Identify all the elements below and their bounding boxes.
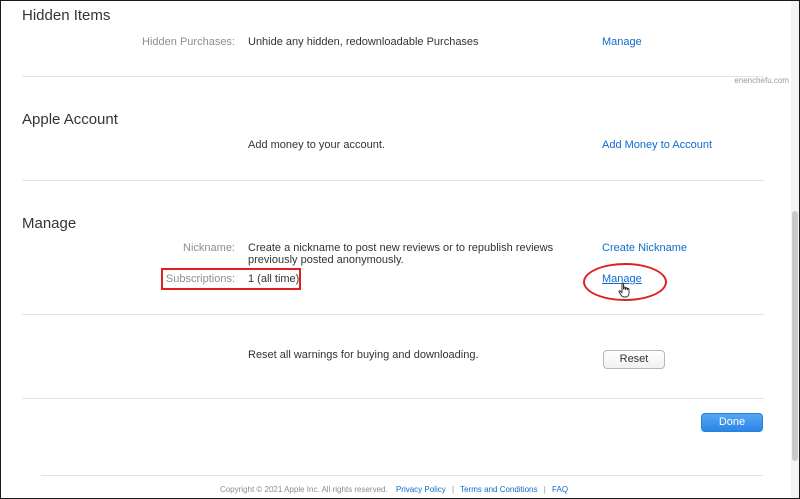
footer-copyright: Copyright © 2021 Apple Inc. All rights r… — [219, 485, 388, 494]
divider — [22, 180, 764, 181]
footer-privacy-link[interactable]: Privacy Policy — [396, 485, 446, 494]
subscriptions-highlight-box — [161, 268, 301, 290]
section-title-manage: Manage — [22, 215, 77, 232]
nickname-label: Nickname: — [183, 242, 235, 254]
reset-warnings-description: Reset all warnings for buying and downlo… — [248, 349, 479, 361]
section-title-hidden-items: Hidden Items — [22, 7, 111, 24]
nickname-description-line2: previously posted anonymously. — [248, 254, 404, 266]
reset-button[interactable]: Reset — [603, 350, 665, 369]
scrollbar-track[interactable] — [791, 1, 799, 498]
add-money-link[interactable]: Add Money to Account — [602, 139, 712, 151]
section-title-apple-account: Apple Account — [22, 111, 118, 128]
footer-terms-link[interactable]: Terms and Conditions — [460, 485, 537, 494]
footer-separator: | — [451, 485, 455, 494]
account-settings-window: Hidden Items Hidden Purchases: Unhide an… — [0, 0, 800, 499]
hidden-purchases-description: Unhide any hidden, redownloadable Purcha… — [248, 36, 479, 48]
divider — [22, 76, 764, 77]
watermark: enenchefu.com — [734, 76, 789, 85]
nickname-description-line1: Create a nickname to post new reviews or… — [248, 242, 554, 254]
footer-separator: | — [543, 485, 546, 494]
divider — [22, 314, 764, 315]
hidden-purchases-label: Hidden Purchases: — [142, 36, 235, 48]
hand-pointer-icon — [618, 282, 630, 298]
create-nickname-link[interactable]: Create Nickname — [602, 242, 687, 254]
footer-faq-link[interactable]: FAQ — [552, 485, 568, 494]
hidden-purchases-manage-link[interactable]: Manage — [602, 36, 642, 48]
add-money-description: Add money to your account. — [248, 139, 385, 151]
scrollbar-thumb[interactable] — [792, 211, 798, 461]
footer-divider — [41, 475, 763, 476]
footer: Copyright © 2021 Apple Inc. All rights r… — [1, 485, 787, 494]
done-button[interactable]: Done — [701, 413, 763, 432]
divider — [22, 398, 764, 399]
